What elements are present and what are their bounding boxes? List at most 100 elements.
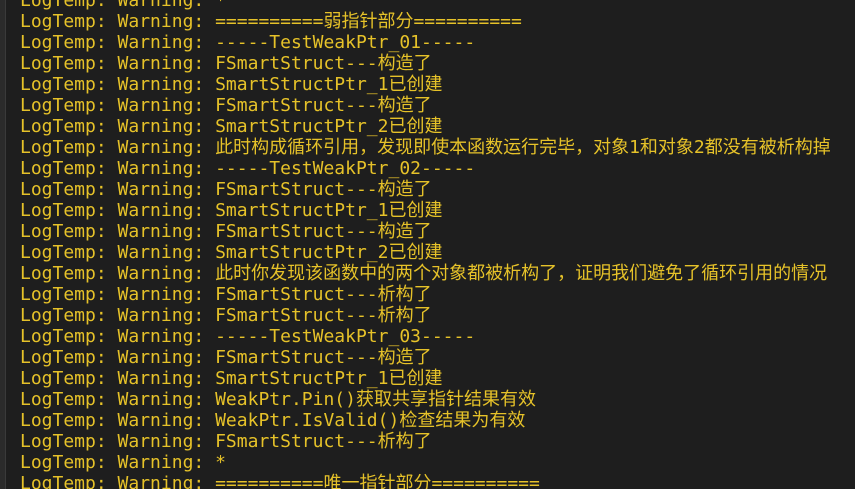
- log-message: FSmartStruct---析构了: [215, 431, 432, 452]
- log-message: ==========唯一指针部分==========: [215, 473, 540, 489]
- log-line[interactable]: LogTemp: Warning: *: [20, 452, 855, 473]
- log-message: -----TestWeakPtr_03-----: [215, 326, 476, 347]
- log-separator: :: [193, 242, 216, 263]
- log-category: LogTemp: [20, 368, 96, 389]
- log-message: SmartStructPtr_1已创建: [215, 200, 443, 221]
- log-level: Warning: [117, 158, 194, 179]
- log-message: WeakPtr.Pin()获取共享指针结果有效: [215, 389, 536, 410]
- log-separator: :: [193, 11, 216, 32]
- log-message: -----TestWeakPtr_01-----: [215, 32, 476, 53]
- log-line[interactable]: LogTemp: Warning: SmartStructPtr_1已创建: [20, 200, 855, 221]
- log-message: SmartStructPtr_2已创建: [215, 242, 443, 263]
- log-level: Warning: [117, 74, 194, 95]
- log-line[interactable]: LogTemp: Warning: FSmartStruct---构造了: [20, 347, 855, 368]
- log-separator: :: [193, 116, 216, 137]
- log-lines: LogTemp: Warning: * LogTemp: Warning: ===…: [20, 0, 855, 489]
- log-line[interactable]: LogTemp: Warning: FSmartStruct---析构了: [20, 305, 855, 326]
- log-category: LogTemp: [20, 242, 96, 263]
- log-line[interactable]: LogTemp: Warning: SmartStructPtr_2已创建: [20, 116, 855, 137]
- log-separator: :: [95, 11, 118, 32]
- log-line[interactable]: LogTemp: Warning: FSmartStruct---析构了: [20, 284, 855, 305]
- log-separator: :: [193, 389, 216, 410]
- log-message: FSmartStruct---构造了: [215, 53, 432, 74]
- log-line[interactable]: LogTemp: Warning: FSmartStruct---构造了: [20, 95, 855, 116]
- log-line[interactable]: LogTemp: Warning: ==========唯一指针部分======…: [20, 473, 855, 489]
- log-category: LogTemp: [20, 431, 96, 452]
- log-level: Warning: [117, 200, 194, 221]
- log-level: Warning: [117, 0, 194, 11]
- log-category: LogTemp: [20, 347, 96, 368]
- log-separator: :: [193, 305, 216, 326]
- log-category: LogTemp: [20, 221, 96, 242]
- output-log-panel[interactable]: LogTemp: Warning: * LogTemp: Warning: ===…: [0, 0, 855, 489]
- log-level: Warning: [117, 452, 194, 473]
- log-separator: :: [193, 473, 216, 489]
- log-line[interactable]: LogTemp: Warning: -----TestWeakPtr_02---…: [20, 158, 855, 179]
- log-separator: :: [95, 410, 118, 431]
- log-message: -----TestWeakPtr_02-----: [215, 158, 476, 179]
- log-line[interactable]: LogTemp: Warning: 此时构成循环引用，发现即使本函数运行完毕，对…: [20, 137, 855, 158]
- log-category: LogTemp: [20, 305, 96, 326]
- log-gutter: [0, 0, 6, 489]
- log-separator: :: [95, 179, 118, 200]
- log-category: LogTemp: [20, 53, 96, 74]
- log-separator: :: [95, 473, 118, 489]
- log-category: LogTemp: [20, 32, 96, 53]
- log-separator: :: [95, 263, 118, 284]
- log-separator: :: [193, 368, 216, 389]
- log-line[interactable]: LogTemp: Warning: 此时你发现该函数中的两个对象都被析构了，证明…: [20, 263, 855, 284]
- log-level: Warning: [117, 431, 194, 452]
- log-separator: :: [193, 0, 216, 11]
- log-line[interactable]: LogTemp: Warning: -----TestWeakPtr_03---…: [20, 326, 855, 347]
- log-separator: :: [95, 221, 118, 242]
- log-separator: :: [193, 200, 216, 221]
- log-line[interactable]: LogTemp: Warning: FSmartStruct---构造了: [20, 53, 855, 74]
- log-category: LogTemp: [20, 263, 96, 284]
- log-line[interactable]: LogTemp: Warning: ==========弱指针部分=======…: [20, 11, 855, 32]
- log-separator: :: [95, 200, 118, 221]
- log-separator: :: [95, 242, 118, 263]
- log-line[interactable]: LogTemp: Warning: FSmartStruct---构造了: [20, 179, 855, 200]
- log-level: Warning: [117, 347, 194, 368]
- log-separator: :: [95, 95, 118, 116]
- log-level: Warning: [117, 410, 194, 431]
- log-separator: :: [193, 284, 216, 305]
- log-message: *: [215, 0, 226, 11]
- log-category: LogTemp: [20, 473, 96, 489]
- log-separator: :: [193, 95, 216, 116]
- log-message: WeakPtr.IsValid()检查结果为有效: [215, 410, 526, 431]
- log-line[interactable]: LogTemp: Warning: FSmartStruct---构造了: [20, 221, 855, 242]
- log-message: FSmartStruct---构造了: [215, 221, 432, 242]
- log-line[interactable]: LogTemp: Warning: FSmartStruct---析构了: [20, 431, 855, 452]
- log-level: Warning: [117, 179, 194, 200]
- log-separator: :: [193, 263, 216, 284]
- log-separator: :: [95, 284, 118, 305]
- log-separator: :: [95, 53, 118, 74]
- log-message: FSmartStruct---析构了: [215, 305, 432, 326]
- log-line[interactable]: LogTemp: Warning: *: [20, 0, 855, 11]
- log-separator: :: [95, 305, 118, 326]
- log-message: SmartStructPtr_1已创建: [215, 74, 443, 95]
- log-category: LogTemp: [20, 410, 96, 431]
- log-category: LogTemp: [20, 284, 96, 305]
- log-line[interactable]: LogTemp: Warning: SmartStructPtr_1已创建: [20, 368, 855, 389]
- log-category: LogTemp: [20, 0, 96, 11]
- log-separator: :: [193, 452, 216, 473]
- log-message: FSmartStruct---构造了: [215, 347, 432, 368]
- log-line[interactable]: LogTemp: Warning: SmartStructPtr_1已创建: [20, 74, 855, 95]
- log-line[interactable]: LogTemp: Warning: SmartStructPtr_2已创建: [20, 242, 855, 263]
- log-level: Warning: [117, 53, 194, 74]
- log-separator: :: [95, 347, 118, 368]
- log-separator: :: [193, 74, 216, 95]
- log-separator: :: [95, 74, 118, 95]
- log-category: LogTemp: [20, 137, 96, 158]
- log-level: Warning: [117, 11, 194, 32]
- log-message: ==========弱指针部分==========: [215, 11, 522, 32]
- log-line[interactable]: LogTemp: Warning: WeakPtr.Pin()获取共享指针结果有…: [20, 389, 855, 410]
- log-separator: :: [95, 158, 118, 179]
- log-separator: :: [95, 389, 118, 410]
- log-message: FSmartStruct---析构了: [215, 284, 432, 305]
- log-separator: :: [193, 32, 216, 53]
- log-line[interactable]: LogTemp: Warning: -----TestWeakPtr_01---…: [20, 32, 855, 53]
- log-line[interactable]: LogTemp: Warning: WeakPtr.IsValid()检查结果为…: [20, 410, 855, 431]
